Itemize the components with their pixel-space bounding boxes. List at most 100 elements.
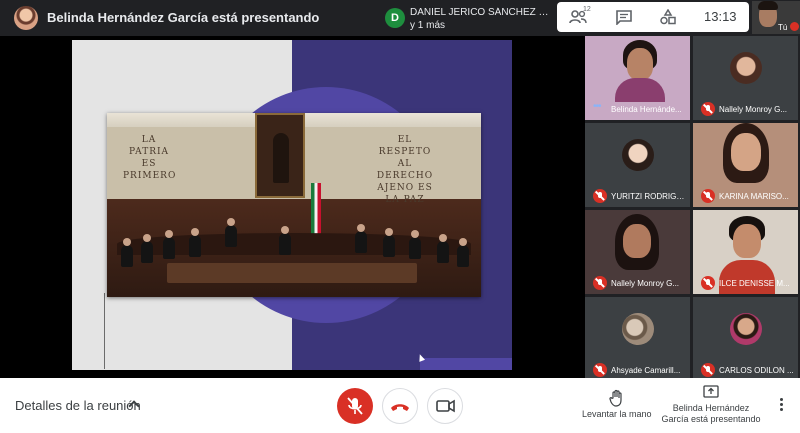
judge-head: [227, 218, 235, 226]
self-label: Tú: [778, 23, 788, 32]
more-dot: [779, 408, 783, 411]
judge-head: [123, 238, 131, 246]
mic-off-icon: [701, 363, 715, 377]
slide-bar: [420, 358, 512, 370]
self-view-tile[interactable]: Tú: [752, 1, 800, 34]
participant-name: Nallely Monroy G...: [719, 105, 788, 114]
mic-off-icon: [593, 189, 607, 203]
mic-off-icon: [701, 189, 715, 203]
activities-icon[interactable]: [659, 9, 677, 25]
presenter-title: Belinda Hernández García está presentand…: [47, 10, 320, 25]
participant-name: Nallely Monroy G...: [611, 279, 680, 288]
mic-toggle-button[interactable]: [337, 388, 373, 424]
mic-off-icon: [347, 397, 363, 415]
participant-tile[interactable]: ••• Belinda Hernánde...: [585, 36, 690, 120]
judge: [121, 245, 133, 267]
self-mic-off-icon: [790, 22, 799, 31]
raise-hand-button[interactable]: Levantar la mano: [582, 409, 652, 419]
speaking-indicator-icon: •••: [593, 101, 601, 112]
hand-icon[interactable]: [609, 389, 625, 407]
judge: [141, 241, 153, 263]
participant-tile[interactable]: Ahsyade Camarill...: [585, 297, 690, 381]
judge: [437, 241, 449, 263]
more-dot: [779, 398, 783, 401]
present-screen-icon[interactable]: [703, 385, 719, 399]
photo-table: [167, 263, 417, 283]
presentation-stage: LA PATRIA ES PRIMERO EL RESPETO AL DEREC…: [72, 40, 512, 370]
participant-name: ILCE DENISSE M...: [719, 279, 790, 288]
judge: [409, 237, 421, 259]
judge: [225, 225, 237, 247]
top-bar: Belinda Hernández García está presentand…: [0, 0, 800, 36]
participant-tile[interactable]: Nallely Monroy G...: [693, 36, 798, 120]
photo-judges: [107, 217, 481, 297]
presenting-status-button[interactable]: Belinda Hernández García está presentand…: [660, 403, 762, 425]
participant-avatar: [622, 139, 654, 171]
judge-head: [191, 228, 199, 236]
meet-window: Belinda Hernández García está presentand…: [0, 0, 800, 433]
mic-off-icon: [701, 276, 715, 290]
judge: [189, 235, 201, 257]
slide-line: [104, 293, 105, 369]
judge-head: [385, 228, 393, 236]
top-toolbar: 12 13:13: [557, 2, 749, 32]
participant-avatar: [730, 52, 762, 84]
participant-tile[interactable]: CARLOS ODILON ...: [693, 297, 798, 381]
participants-grid: ••• Belinda Hernánde... Nallely Monroy G…: [585, 36, 800, 381]
participant-name: Belinda Hernánde...: [611, 105, 682, 114]
more-options-icon[interactable]: [776, 398, 786, 416]
photo-inscription-left: LA PATRIA ES PRIMERO: [123, 135, 177, 181]
participant-name: CARLOS ODILON ...: [719, 366, 794, 375]
phone-hangup-icon: [391, 404, 409, 411]
participant-face: [731, 133, 761, 171]
judge: [279, 233, 291, 255]
judge: [355, 231, 367, 253]
chat-icon[interactable]: [615, 9, 633, 25]
participant-tile[interactable]: ILCE DENISSE M...: [693, 210, 798, 294]
participant-name: Ahsyade Camarill...: [611, 366, 681, 375]
camera-toggle-button[interactable]: [427, 388, 463, 424]
participant-tile[interactable]: KARINA MARISO...: [693, 123, 798, 207]
judge-head: [411, 230, 419, 238]
judge: [457, 245, 469, 267]
active-speaker-chip[interactable]: D DANIEL JERICO SÁNCHEZ GA... y 1 más: [380, 2, 554, 34]
participant-tile[interactable]: YURITZI RODRIGU...: [585, 123, 690, 207]
judge: [383, 235, 395, 257]
slide-photo: LA PATRIA ES PRIMERO EL RESPETO AL DEREC…: [107, 113, 481, 297]
speaker-more: y 1 más: [410, 20, 446, 31]
judge-head: [281, 226, 289, 234]
bottom-bar: Detalles de la reunión Levantar la mano …: [0, 378, 800, 433]
more-dot: [779, 403, 783, 406]
participant-name: YURITZI RODRIGU...: [611, 192, 687, 201]
meeting-details-button[interactable]: Detalles de la reunión: [15, 398, 141, 413]
judge-head: [439, 234, 447, 242]
mic-off-icon: [593, 276, 607, 290]
judge-head: [357, 224, 365, 232]
judge-head: [143, 234, 151, 242]
participant-avatar: [730, 313, 762, 345]
participant-tile[interactable]: Nallely Monroy G...: [585, 210, 690, 294]
participant-face: [623, 224, 651, 258]
participant-name: KARINA MARISO...: [719, 192, 789, 201]
speaker-name: DANIEL JERICO SÁNCHEZ GA...: [410, 7, 550, 18]
participant-body: [719, 260, 775, 294]
judge-head: [459, 238, 467, 246]
participant-avatar: [622, 313, 654, 345]
participant-face: [627, 48, 653, 80]
mic-off-icon: [701, 102, 715, 116]
speaker-avatar: D: [385, 8, 405, 28]
hangup-button[interactable]: [382, 388, 418, 424]
photo-inscription-right: EL RESPETO AL DERECHO AJENO ES LA PAZ: [376, 135, 434, 205]
judge: [163, 237, 175, 259]
clock: 13:13: [704, 9, 737, 24]
camera-icon: [436, 399, 455, 413]
photo-portrait: [255, 113, 305, 198]
mic-off-icon: [593, 363, 607, 377]
participant-face: [733, 224, 761, 258]
judge-head: [165, 230, 173, 238]
people-count: 12: [583, 6, 591, 13]
portrait-figure: [273, 133, 289, 183]
presenter-avatar: [14, 6, 38, 30]
participant-body: [615, 78, 665, 102]
self-hair: [758, 1, 778, 10]
